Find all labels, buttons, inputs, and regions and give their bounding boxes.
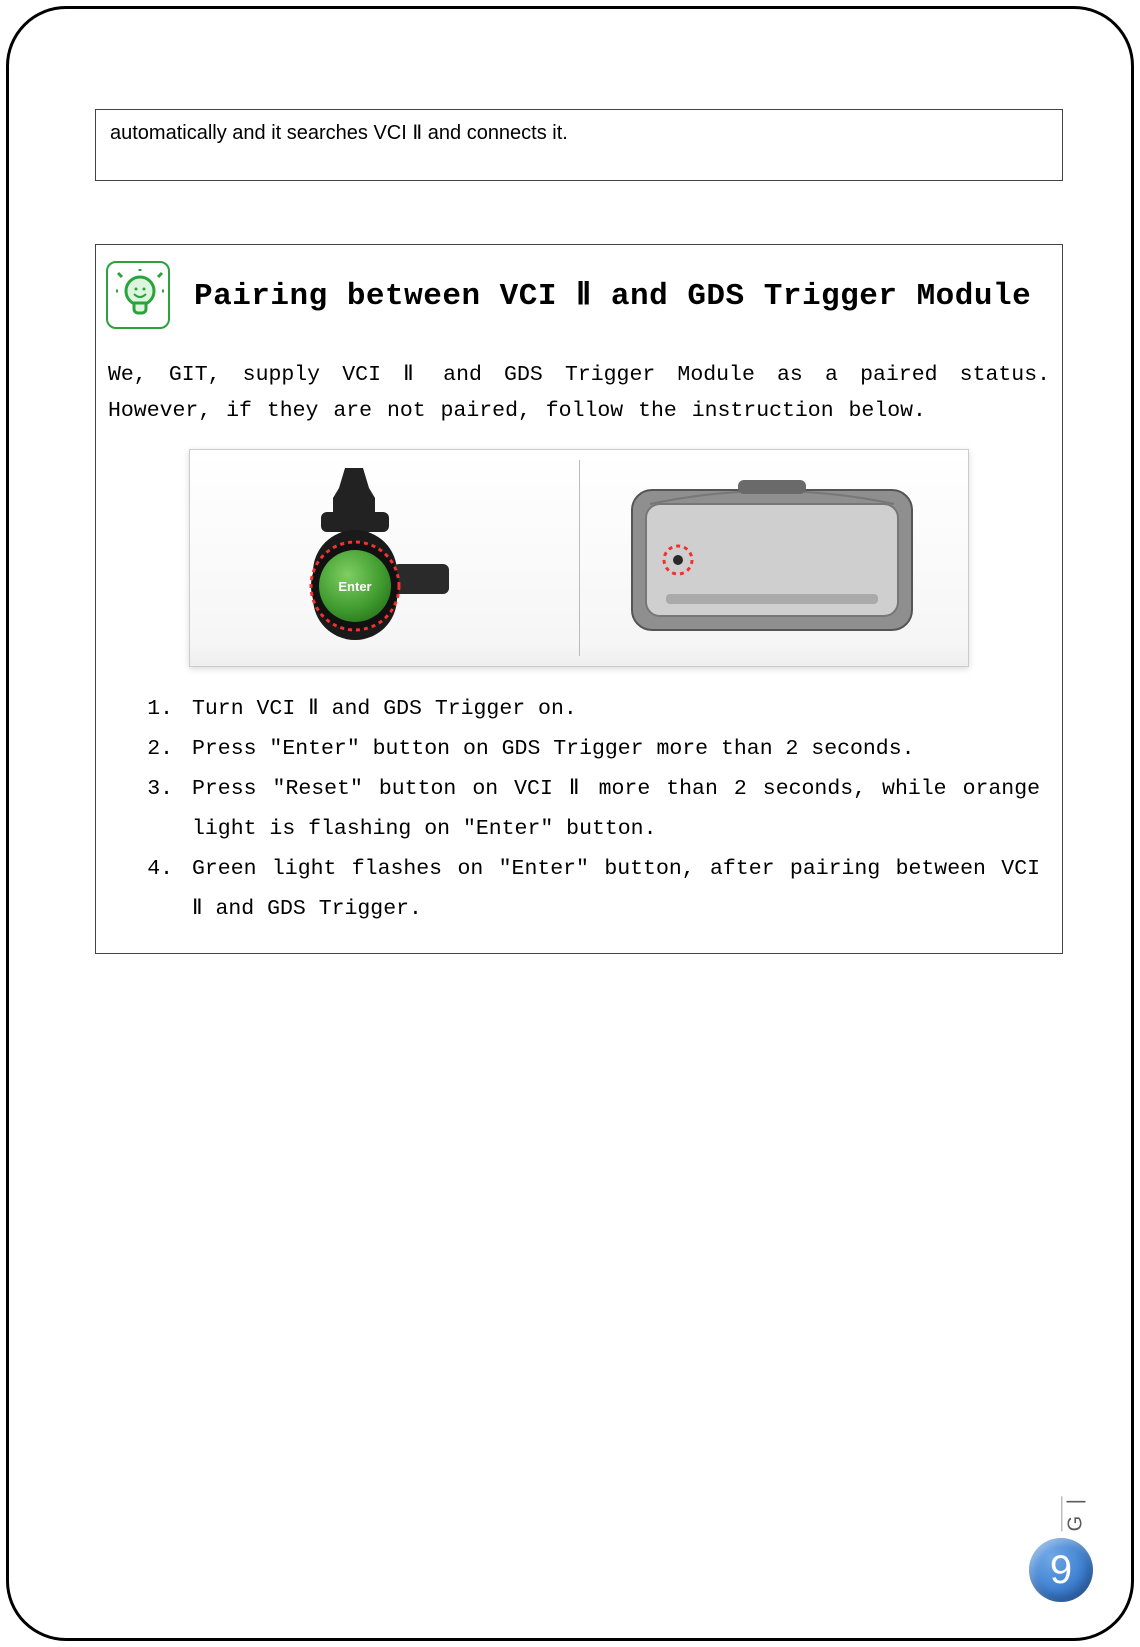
tip-header: Pairing between VCI Ⅱ and GDS Trigger Mo… bbox=[106, 261, 1052, 329]
step-item: Press "Enter" button on GDS Trigger more… bbox=[186, 729, 1040, 769]
steps-list: Turn VCI Ⅱ and GDS Trigger on. Press "En… bbox=[106, 689, 1052, 929]
vci-module-illustration bbox=[622, 480, 922, 640]
footer-mark: G | bbox=[1061, 1496, 1087, 1531]
tip-intro: We, GIT, supply VCI Ⅱ and GDS Trigger Mo… bbox=[108, 357, 1050, 429]
pairing-figure: Enter bbox=[189, 449, 969, 667]
tip-box: Pairing between VCI Ⅱ and GDS Trigger Mo… bbox=[95, 244, 1063, 954]
figure-right-panel bbox=[580, 450, 969, 666]
step-item: Green light flashes on "Enter" button, a… bbox=[186, 849, 1040, 929]
top-note-box: automatically and it searches VCI Ⅱ and … bbox=[95, 109, 1063, 181]
figure-left-panel: Enter bbox=[190, 450, 579, 666]
lightbulb-icon bbox=[106, 261, 170, 329]
page-number: 9 bbox=[1050, 1548, 1072, 1593]
gds-trigger-illustration: Enter bbox=[275, 464, 475, 654]
enter-button-label: Enter bbox=[338, 579, 371, 594]
page-frame: automatically and it searches VCI Ⅱ and … bbox=[6, 6, 1134, 1641]
step-item: Press "Reset" button on VCI Ⅱ more than … bbox=[186, 769, 1040, 849]
step-item: Turn VCI Ⅱ and GDS Trigger on. bbox=[186, 689, 1040, 729]
top-note-text: automatically and it searches VCI Ⅱ and … bbox=[110, 122, 568, 144]
page-number-badge: 9 bbox=[1029, 1538, 1093, 1602]
tip-title: Pairing between VCI Ⅱ and GDS Trigger Mo… bbox=[194, 276, 1031, 314]
